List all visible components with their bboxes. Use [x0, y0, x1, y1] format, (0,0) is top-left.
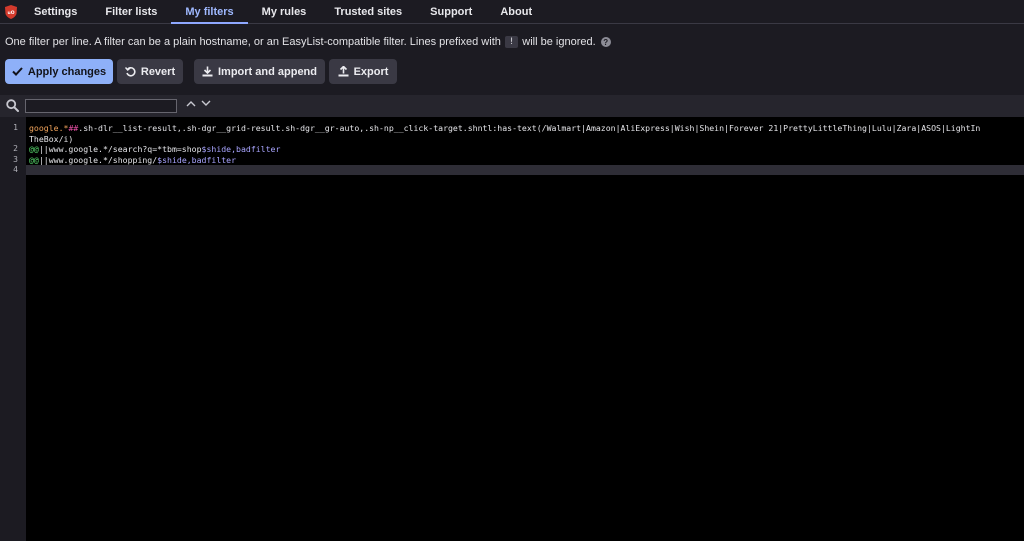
logo-text: uO — [7, 10, 14, 16]
find-previous-icon[interactable] — [186, 100, 196, 107]
filter-hostname: google.* — [29, 123, 69, 133]
tab-filter-lists[interactable]: Filter lists — [91, 0, 171, 23]
help-icon[interactable]: ? — [600, 37, 611, 47]
tab-my-rules[interactable]: My rules — [248, 0, 321, 23]
search-icon — [6, 99, 19, 112]
revert-icon — [124, 67, 136, 77]
upload-icon — [338, 66, 349, 77]
export-label: Export — [353, 65, 389, 78]
import-append-label: Import and append — [218, 65, 317, 78]
filter-selector-continued: TheBox/i) — [29, 133, 74, 144]
filter-options: $shide,badfilter — [157, 154, 237, 165]
active-line-highlight — [26, 165, 1024, 175]
code-line-1: google.*##.sh-dlr__list-result,.sh-dgr__… — [29, 123, 1022, 134]
top-nav: uO Settings Filter lists My filters My r… — [0, 0, 1024, 24]
tab-support[interactable]: Support — [416, 0, 486, 23]
apply-changes-label: Apply changes — [27, 65, 107, 78]
code-line-2: @@||www.google.*/search?q=*tbm=shop$shid… — [29, 144, 1022, 155]
line-number: 1 — [13, 123, 18, 132]
info-text-after: will be ignored. — [522, 36, 596, 48]
tab-settings[interactable]: Settings — [22, 0, 91, 23]
download-icon — [202, 66, 213, 77]
line-number: 4 — [13, 165, 18, 174]
search-input[interactable] — [25, 99, 177, 113]
tab-trusted-sites[interactable]: Trusted sites — [320, 0, 416, 23]
export-button[interactable]: Export — [329, 59, 397, 84]
exception-prefix: @@ — [29, 154, 39, 165]
line-number: 2 — [13, 144, 18, 153]
code-line-1-wrap: TheBox/i) — [29, 134, 1022, 145]
import-append-button[interactable]: Import and append — [194, 59, 325, 84]
filter-separator: ## — [68, 123, 79, 133]
filter-pattern: ||www.google.*/shopping/ — [38, 154, 158, 165]
info-text-before: One filter per line. A filter can be a p… — [5, 36, 501, 48]
tab-my-filters[interactable]: My filters — [171, 0, 248, 24]
find-next-icon[interactable] — [201, 100, 211, 107]
code-line-3: @@||www.google.*/shopping/$shide,badfilt… — [29, 155, 1022, 166]
filter-pattern: ||www.google.*/search?q=*tbm=shop — [38, 144, 202, 154]
apply-changes-button[interactable]: Apply changes — [5, 59, 113, 84]
filter-editor[interactable]: google.*##.sh-dlr__list-result,.sh-dgr__… — [26, 117, 1024, 541]
revert-button[interactable]: Revert — [117, 59, 183, 84]
line-number: 3 — [13, 154, 18, 164]
checkmark-icon — [12, 67, 23, 76]
info-text: One filter per line. A filter can be a p… — [5, 36, 611, 48]
comment-prefix-badge: ! — [504, 36, 519, 48]
revert-label: Revert — [140, 65, 176, 78]
filter-selector: .sh-dlr__list-result,.sh-dgr__grid-resul… — [78, 123, 981, 133]
tab-about[interactable]: About — [486, 0, 546, 23]
exception-prefix: @@ — [29, 144, 39, 154]
line-number-gutter: 1 2 3 4 — [0, 117, 26, 541]
filter-options: $shide,badfilter — [201, 144, 281, 154]
ublock-logo-icon: uO — [0, 0, 22, 23]
find-bar — [0, 95, 1024, 117]
